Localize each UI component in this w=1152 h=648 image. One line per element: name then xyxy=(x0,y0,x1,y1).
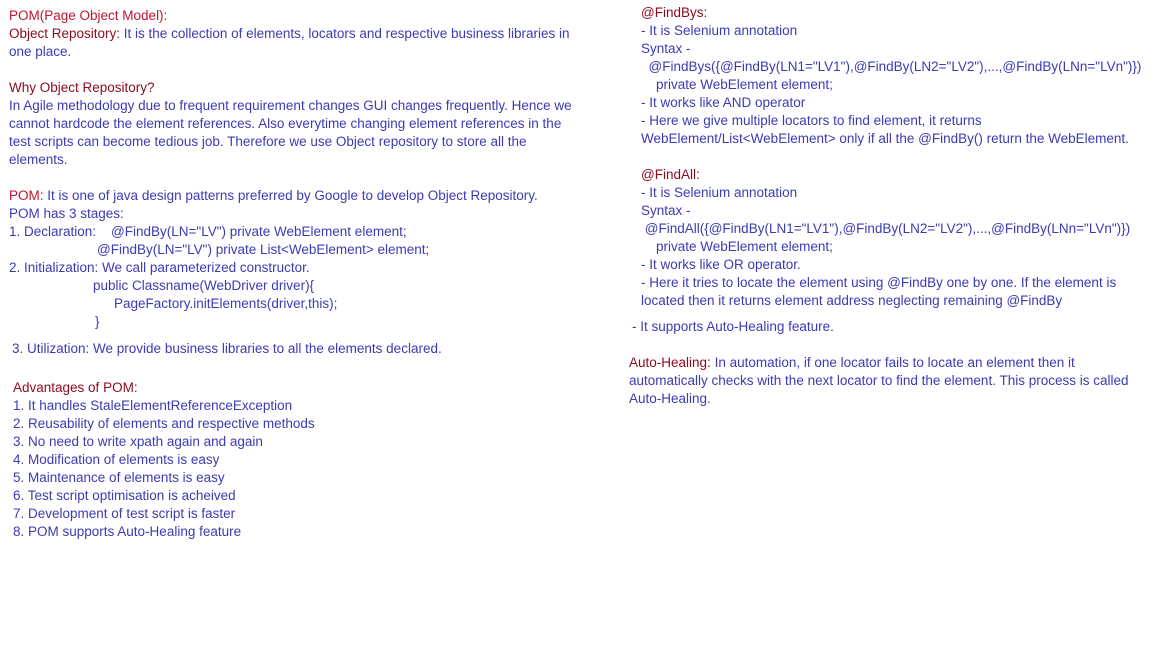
findall-line: @FindAll({@FindBy(LN1="LV1"),@FindBy(LN2… xyxy=(641,221,1131,236)
autoheal-text-cont: Auto-Healing. xyxy=(629,391,711,406)
why-line: cannot hardcode the element references. … xyxy=(9,116,562,131)
advantage-item: 4. Modification of elements is easy xyxy=(13,452,220,467)
autoheal-definition: Auto-Healing: In automation, if one loca… xyxy=(629,354,1075,372)
declaration-line: @FindBy(LN="LV") private List<WebElement… xyxy=(97,242,430,257)
why-line: elements. xyxy=(9,152,68,167)
findbys-line: private WebElement element; xyxy=(641,77,833,92)
object-repository-definition: Object Repository: It is the collection … xyxy=(9,25,570,43)
object-repository-text-cont: one place. xyxy=(9,44,72,59)
findall-line: private WebElement element; xyxy=(641,239,833,254)
pom-text: It is one of java design patterns prefer… xyxy=(43,188,538,203)
autoheal-text-cont: automatically checks with the next locat… xyxy=(629,373,1129,388)
constructor-line: PageFactory.initElements(driver,this); xyxy=(114,296,338,311)
findbys-heading: @FindBys: xyxy=(641,5,708,20)
advantage-item: 6. Test script optimisation is acheived xyxy=(13,488,236,503)
findbys-line: - It is Selenium annotation xyxy=(641,23,798,38)
findbys-line: @FindBys({@FindBy(LN1="LV1"),@FindBy(LN2… xyxy=(641,59,1142,74)
advantage-item: 5. Maintenance of elements is easy xyxy=(13,470,225,485)
findall-line: - It is Selenium annotation xyxy=(641,185,798,200)
object-repository-label: Object Repository: xyxy=(9,26,121,41)
advantages-heading: Advantages of POM: xyxy=(13,380,138,395)
findall-line: - It works like OR operator. xyxy=(641,257,801,272)
findbys-line: Syntax - xyxy=(641,41,691,56)
constructor-line: } xyxy=(95,314,100,329)
advantage-item: 2. Reusability of elements and respectiv… xyxy=(13,416,315,431)
pom-title: POM(Page Object Model): xyxy=(9,8,168,23)
findbys-line: - It works like AND operator xyxy=(641,95,806,110)
advantage-item: 8. POM supports Auto-Healing feature xyxy=(13,524,242,539)
declaration-line: 1. Declaration: @FindBy(LN="LV") private… xyxy=(9,224,407,239)
advantage-item: 7. Development of test script is faster xyxy=(13,506,236,521)
why-line: test scripts can become tedious job. The… xyxy=(9,134,527,149)
findbys-line: - Here we give multiple locators to find… xyxy=(641,113,982,128)
advantage-item: 1. It handles StaleElementReferenceExcep… xyxy=(13,398,293,413)
findall-line: located then it returns element address … xyxy=(641,293,1063,308)
pom-label: POM: xyxy=(9,188,44,203)
initialization-line: 2. Initialization: We call parameterized… xyxy=(9,260,310,275)
autoheal-support-line: - It supports Auto-Healing feature. xyxy=(632,319,834,334)
object-repository-text: It is the collection of elements, locato… xyxy=(120,26,570,41)
advantage-item: 3. No need to write xpath again and agai… xyxy=(13,434,263,449)
stages-intro: POM has 3 stages: xyxy=(9,206,124,221)
pom-definition: POM: It is one of java design patterns p… xyxy=(9,187,538,205)
why-line: In Agile methodology due to frequent req… xyxy=(9,98,572,113)
autoheal-text: In automation, if one locator fails to l… xyxy=(710,355,1075,370)
findall-line: - Here it tries to locate the element us… xyxy=(641,275,1117,290)
why-object-repository-heading: Why Object Repository? xyxy=(9,80,155,95)
findall-line: Syntax - xyxy=(641,203,691,218)
findbys-line: WebElement/List<WebElement> only if all … xyxy=(641,131,1129,146)
autoheal-label: Auto-Healing: xyxy=(629,355,711,370)
findall-heading: @FindAll: xyxy=(641,167,700,182)
constructor-line: public Classname(WebDriver driver){ xyxy=(93,278,315,293)
utilization-line: 3. Utilization: We provide business libr… xyxy=(12,341,442,356)
